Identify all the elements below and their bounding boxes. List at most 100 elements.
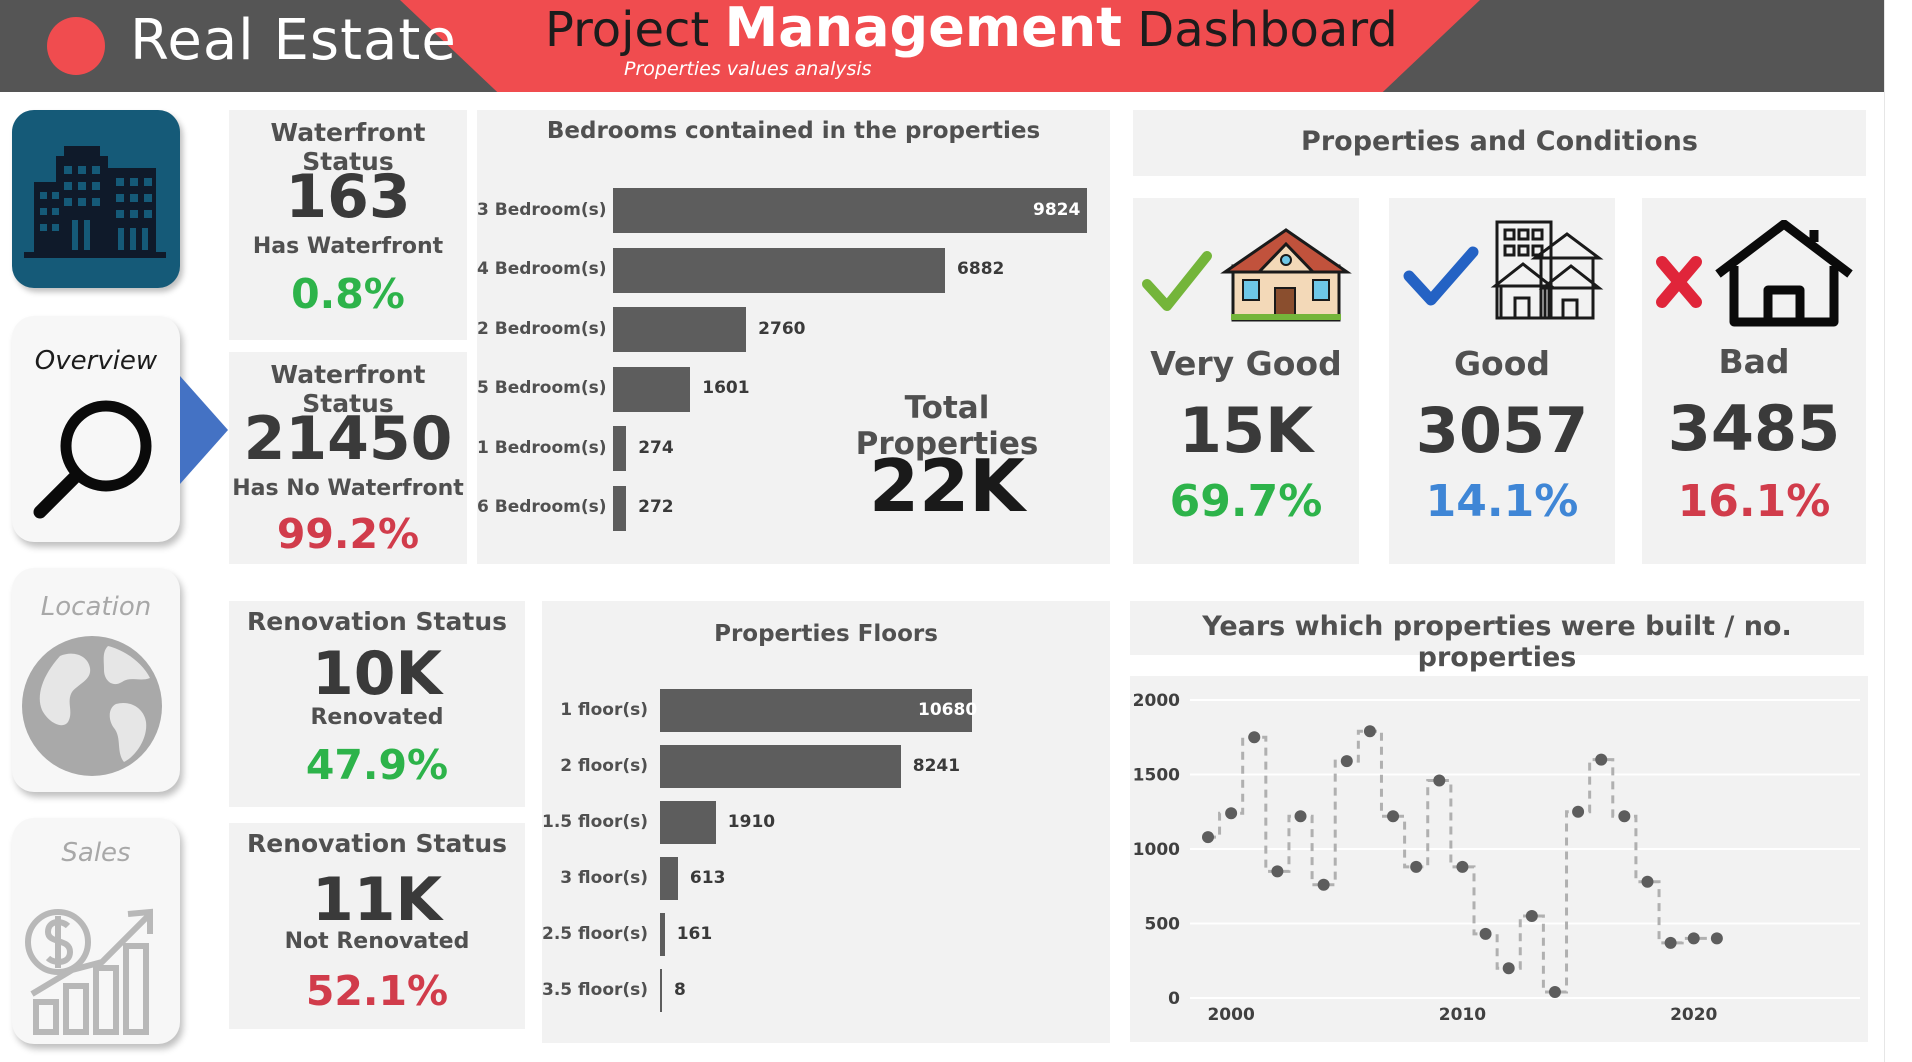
floors-bar[interactable] — [660, 745, 901, 788]
total-properties-value: 22K — [869, 444, 1025, 528]
waterfront-none-pct: 99.2% — [276, 510, 420, 558]
renovation-renovated-pct: 47.9% — [305, 741, 449, 789]
floors-category-label: 3 floor(s) — [560, 867, 648, 888]
brand-dot — [47, 17, 105, 75]
title-part-dashboard: Dashboard — [1137, 2, 1398, 58]
years-data-point — [1456, 860, 1469, 873]
floors-value-label: 8241 — [912, 755, 961, 776]
bedrooms-value-label: 2760 — [758, 318, 806, 339]
bedrooms-bar[interactable] — [613, 247, 946, 293]
years-data-point — [1225, 807, 1238, 820]
waterfront-none-label: Has No Waterfront — [232, 476, 464, 501]
y-tick-label: 500 — [1145, 915, 1181, 935]
years-data-point — [1387, 810, 1400, 823]
nav-overview[interactable]: Overview — [12, 316, 180, 542]
renovation-not-renovated-value: 11K — [312, 865, 442, 935]
bedrooms-value-label: 9824 — [1033, 199, 1081, 220]
bedrooms-value-label: 274 — [638, 437, 674, 458]
years-data-point — [1710, 932, 1723, 945]
years-data-point — [1502, 962, 1515, 975]
nav-location-label: Location — [40, 592, 152, 622]
renovation-renovated-label: Renovated — [310, 705, 444, 730]
logo-tile — [12, 110, 180, 288]
years-data-point — [1641, 875, 1654, 888]
bedrooms-bar[interactable] — [613, 188, 1087, 233]
renovation-title: Renovation Status — [247, 607, 507, 636]
active-pointer-arrow — [180, 376, 228, 484]
waterfront-none-value: 21450 — [243, 404, 453, 474]
nav-overview-label: Overview — [34, 346, 158, 376]
renovation-card-renovated: Renovation Status 10K Renovated 47.9% — [229, 601, 525, 807]
years-data-point — [1294, 810, 1307, 823]
nav-location[interactable]: Location — [12, 568, 180, 792]
bedrooms-bar[interactable] — [613, 366, 691, 412]
floors-value-label: 8 — [674, 979, 686, 1000]
floors-chart-card: Properties Floors 1 floor(s) 10680 2 floor… — [542, 601, 1110, 1043]
floors-chart-title: Properties Floors — [714, 621, 938, 647]
condition-very-good-pct: 69.7% — [1169, 476, 1323, 527]
y-tick-label: 2000 — [1133, 691, 1180, 711]
nav-sales[interactable]: Sales — [12, 818, 180, 1044]
floors-bar[interactable] — [660, 801, 716, 844]
floors-bar[interactable] — [660, 969, 662, 1012]
floors-bar[interactable] — [660, 857, 678, 900]
waterfront-has-label: Has Waterfront — [252, 234, 444, 259]
floors-value-label: 10680 — [918, 699, 978, 720]
condition-bad-label: Bad — [1718, 342, 1790, 381]
bedrooms-bar[interactable] — [613, 307, 747, 352]
floors-bar[interactable] — [660, 913, 665, 956]
condition-card-very-good: Very Good 15K 69.7% — [1133, 198, 1359, 564]
bedrooms-bar[interactable] — [613, 485, 627, 531]
years-title-card: Years which properties were built / no. … — [1130, 601, 1864, 673]
dollar-growth-icon — [25, 908, 153, 1035]
bedrooms-category-label: 5 Bedroom(s) — [477, 378, 607, 398]
condition-very-good-value: 15K — [1178, 394, 1314, 467]
years-data-point — [1687, 932, 1700, 945]
bedrooms-value-label: 6882 — [957, 259, 1005, 279]
years-chart-title: Years which properties were built / no. … — [1202, 611, 1792, 673]
years-data-point — [1572, 805, 1585, 818]
renovation-renovated-value: 10K — [312, 639, 442, 709]
floors-category-label: 1 floor(s) — [560, 699, 648, 720]
floors-category-label: 1.5 floor(s) — [542, 811, 649, 832]
floors-category-label: 2 floor(s) — [560, 755, 648, 776]
years-line-chart: 0 500 1000 1500 2000 2000 2010 2020 — [1133, 691, 1860, 1025]
bedrooms-value-label: 272 — [638, 497, 674, 517]
years-data-point — [1548, 986, 1561, 999]
condition-bad-pct: 16.1% — [1677, 476, 1831, 527]
y-tick-label: 0 — [1168, 989, 1180, 1009]
bedrooms-bar[interactable] — [613, 426, 627, 471]
page-subtitle: Properties values analysis — [624, 58, 872, 80]
years-data-point — [1202, 831, 1214, 844]
y-tick-label: 1000 — [1133, 840, 1180, 860]
x-tick-label: 2010 — [1439, 1005, 1486, 1025]
years-data-point — [1248, 731, 1261, 744]
house-check-icon — [1142, 228, 1352, 322]
years-chart-card: 0 500 1000 1500 2000 2000 2010 2020 — [1130, 676, 1868, 1042]
house-cross-icon — [1656, 220, 1853, 327]
bedrooms-category-label: 2 Bedroom(s) — [477, 318, 607, 339]
bedrooms-chart-title: Bedrooms contained in the properties — [546, 118, 1041, 144]
bedrooms-category-label: 4 Bedroom(s) — [477, 259, 607, 279]
page-title: Project Management Dashboard — [545, 0, 1398, 59]
condition-good-pct: 14.1% — [1425, 476, 1579, 527]
nav-sales-label: Sales — [61, 838, 131, 868]
bedrooms-value-label: 1601 — [702, 378, 750, 398]
years-data-point — [1595, 753, 1608, 766]
buildings-check-icon — [1403, 220, 1604, 320]
floors-value-label: 161 — [676, 923, 713, 944]
brand-title: Real Estate — [130, 8, 457, 73]
condition-bad-value: 3485 — [1667, 392, 1841, 465]
years-data-point — [1340, 755, 1353, 768]
conditions-title: Properties and Conditions — [1301, 126, 1698, 157]
condition-good-label: Good — [1453, 344, 1551, 383]
bedrooms-chart-card: Bedrooms contained in the properties 3 B… — [477, 110, 1110, 564]
years-data-point — [1618, 810, 1631, 823]
floors-category-label: 3.5 floor(s) — [542, 979, 649, 1000]
years-data-point — [1317, 878, 1330, 891]
years-data-point — [1271, 865, 1284, 878]
bedrooms-category-label: 1 Bedroom(s) — [477, 437, 607, 458]
conditions-header-card: Properties and Conditions — [1133, 110, 1866, 176]
bedrooms-category-label: 3 Bedroom(s) — [477, 199, 607, 220]
floors-category-label: 2.5 floor(s) — [542, 923, 649, 944]
